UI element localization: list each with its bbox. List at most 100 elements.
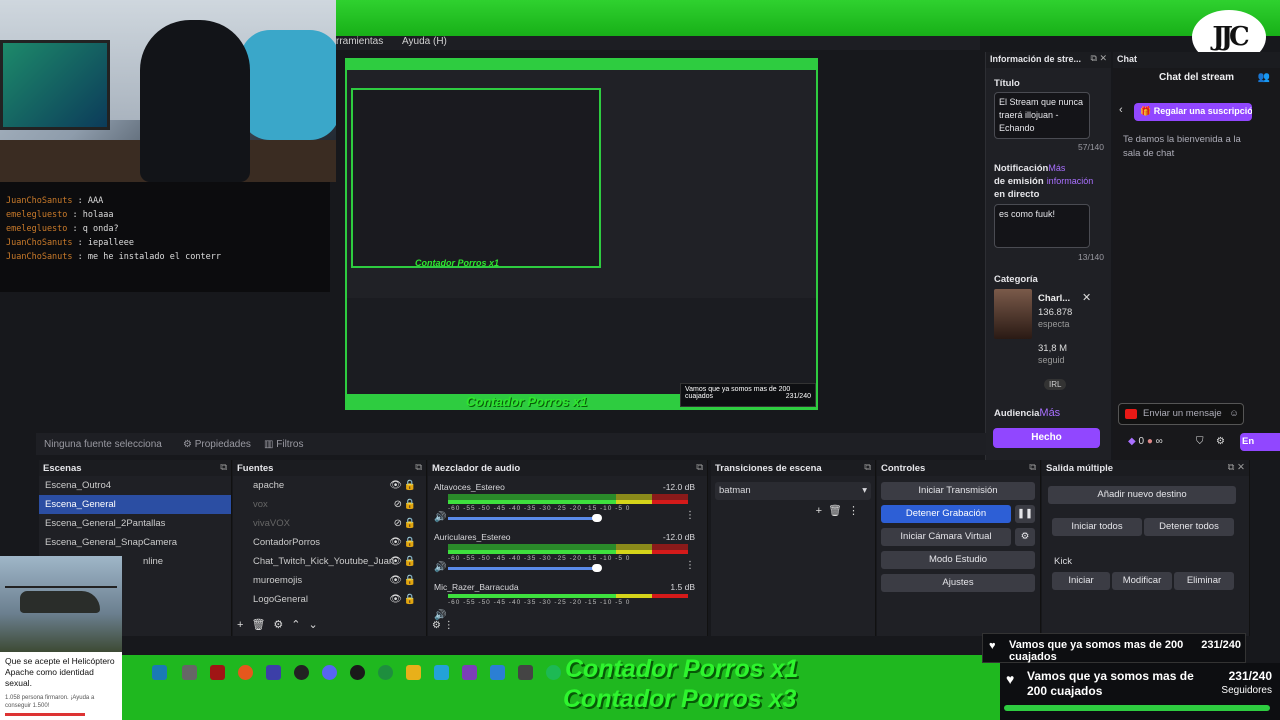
menu-help[interactable]: Ayuda (H) [402, 36, 447, 47]
category-card[interactable]: Charl... ✕ 136.878 especta 31,8 M seguid… [994, 289, 1103, 399]
source-item[interactable]: muroemojis 👁 🔒 [233, 571, 426, 590]
stop-recording-button[interactable]: Detener Grabación [881, 505, 1011, 523]
taskbar-app-icon[interactable] [152, 665, 167, 680]
studio-mode-button[interactable]: Modo Estudio [881, 551, 1035, 569]
eye-hidden-icon[interactable]: ⊘ [394, 518, 402, 529]
lock-icon[interactable]: 🔒 [404, 575, 416, 586]
audience-more-link[interactable]: Más [1039, 407, 1060, 419]
transition-select[interactable]: batman ▾ [715, 482, 871, 500]
emote-icon[interactable]: ☺ [1229, 408, 1239, 419]
spotify-icon[interactable] [546, 665, 561, 680]
source-item[interactable]: vivaVOX ⊘ 🔒 [233, 514, 426, 533]
source-item[interactable]: LogoGeneral 👁 🔒 [233, 590, 426, 609]
menu-tools[interactable]: rramientas [336, 36, 383, 47]
eye-icon[interactable]: 👁 [389, 575, 402, 586]
more-info-link[interactable]: Más [1048, 163, 1065, 173]
chevron-left-icon[interactable]: ‹ [1119, 104, 1123, 116]
lock-icon[interactable]: 🔒 [404, 594, 416, 605]
start-button[interactable]: Iniciar [1052, 572, 1110, 590]
dock-menu-icon[interactable]: ⧉ [864, 462, 871, 473]
speaker-icon[interactable]: 🔊 [434, 562, 446, 573]
volume-knob[interactable] [592, 514, 602, 522]
virtual-camera-button[interactable]: Iniciar Cámara Virtual [881, 528, 1011, 546]
speaker-icon[interactable]: 🔊 [434, 512, 446, 523]
mixer-advanced-icon[interactable]: ⚙ ⋮ [432, 620, 454, 631]
taskbar-app-icon[interactable] [210, 665, 225, 680]
multiple-output-dock: Salida múltiple ⧉ ✕ Añadir nuevo destino … [1042, 460, 1250, 636]
source-toolbar-icons[interactable]: +🗑⚙⌃⌄ [237, 618, 326, 631]
properties-button[interactable]: ⚙ Propiedades [183, 439, 251, 450]
kebab-icon[interactable]: ⋮ [685, 560, 695, 571]
taskbar-app-icon[interactable] [322, 665, 337, 680]
send-chat-button[interactable]: En [1240, 433, 1280, 451]
remove-category-icon[interactable]: ✕ [1082, 291, 1091, 304]
trash-icon: 🗑 [828, 505, 848, 517]
taskbar-app-icon[interactable] [182, 665, 197, 680]
eye-icon[interactable]: 👁 [389, 556, 402, 567]
pause-icon[interactable]: ❚❚ [1015, 505, 1035, 523]
taskbar-app-icon[interactable] [462, 665, 477, 680]
kebab-icon[interactable]: ⋮ [685, 510, 695, 521]
scene-item[interactable]: Escena_General_SnapCamera [39, 533, 231, 552]
gear-icon[interactable]: ⚙ [1216, 436, 1225, 447]
bits-icon: ● [1146, 436, 1153, 447]
close-icon[interactable]: ⧉ ✕ [1091, 53, 1107, 64]
volume-slider[interactable] [448, 517, 598, 520]
lock-icon[interactable]: 🔒 [404, 499, 416, 510]
helicopter-rotor [5, 586, 117, 588]
taskbar-app-icon[interactable] [406, 665, 421, 680]
close-icon[interactable]: ⧉ ✕ [1228, 462, 1245, 473]
chat-log-overlay: JuanChoSanuts : AAA emelegluesto : holaa… [0, 182, 330, 292]
eye-icon[interactable]: 👁 [389, 594, 402, 605]
filters-button[interactable]: ▥ Filtros [264, 439, 303, 450]
start-all-button[interactable]: Iniciar todos [1052, 518, 1142, 536]
taskbar-app-icon[interactable] [238, 665, 253, 680]
dock-menu-icon[interactable]: ⧉ [1029, 462, 1036, 473]
scene-item-selected[interactable]: Escena_General [39, 495, 231, 514]
lock-icon[interactable]: 🔒 [404, 518, 416, 529]
scene-item[interactable]: Escena_Outro4 [39, 476, 231, 495]
notification-input[interactable]: es como fuuk! [994, 204, 1090, 248]
done-button[interactable]: Hecho [993, 428, 1100, 448]
shield-icon[interactable]: ⛉ [1196, 436, 1204, 447]
settings-button[interactable]: Ajustes [881, 574, 1035, 592]
info-link[interactable]: información [1047, 176, 1094, 186]
transition-toolbar[interactable]: +🗑⋮ [816, 504, 865, 517]
volume-knob[interactable] [592, 564, 602, 572]
eye-hidden-icon[interactable]: ⊘ [394, 499, 402, 510]
taskbar-app-icon[interactable] [378, 665, 393, 680]
eye-icon[interactable]: 👁 [389, 537, 402, 548]
taskbar-app-icon[interactable] [294, 665, 309, 680]
taskbar-app-icon[interactable] [518, 665, 533, 680]
source-item[interactable]: Chat_Twitch_Kick_Youtube_Juan 👁 🔒 [233, 552, 426, 571]
lock-icon[interactable]: 🔒 [404, 537, 416, 548]
users-icon[interactable]: 👥 [1258, 72, 1270, 83]
volume-slider[interactable] [448, 567, 598, 570]
eye-icon[interactable]: 👁 [389, 480, 402, 491]
dock-menu-icon[interactable]: ⧉ [415, 462, 422, 473]
lock-icon[interactable]: 🔒 [404, 480, 416, 491]
add-destination-button[interactable]: Añadir nuevo destino [1048, 486, 1236, 504]
dock-menu-icon[interactable]: ⧉ [696, 462, 703, 473]
chat-input[interactable]: Enviar un mensaje ☺ [1118, 403, 1244, 425]
filter-icon: ▥ [264, 439, 277, 450]
source-item[interactable]: apache 👁 🔒 [233, 476, 426, 495]
taskbar-app-icon[interactable] [350, 665, 365, 680]
channel-points[interactable]: ◆ 0 ● ∞ [1128, 436, 1163, 447]
scene-item[interactable]: Escena_General_2Pantallas [39, 514, 231, 533]
taskbar-app-icon[interactable] [490, 665, 505, 680]
start-stream-button[interactable]: Iniciar Transmisión [881, 482, 1035, 500]
dock-menu-icon[interactable]: ⧉ [220, 462, 227, 473]
gift-sub-button[interactable]: 🎁 Regalar una suscripción [1134, 103, 1252, 121]
heart-icon: ♥ [989, 640, 996, 652]
taskbar-app-icon[interactable] [266, 665, 281, 680]
gear-icon[interactable]: ⚙ [1015, 528, 1035, 546]
taskbar-app-icon[interactable] [434, 665, 449, 680]
source-item[interactable]: vox ⊘ 🔒 [233, 495, 426, 514]
modify-button[interactable]: Modificar [1112, 572, 1172, 590]
delete-button[interactable]: Eliminar [1174, 572, 1234, 590]
stop-all-button[interactable]: Detener todos [1144, 518, 1234, 536]
source-item[interactable]: ContadorPorros 👁 🔒 [233, 533, 426, 552]
lock-icon[interactable]: 🔒 [404, 556, 416, 567]
title-input[interactable]: El Stream que nunca traerá illojuan - Ec… [994, 92, 1090, 139]
